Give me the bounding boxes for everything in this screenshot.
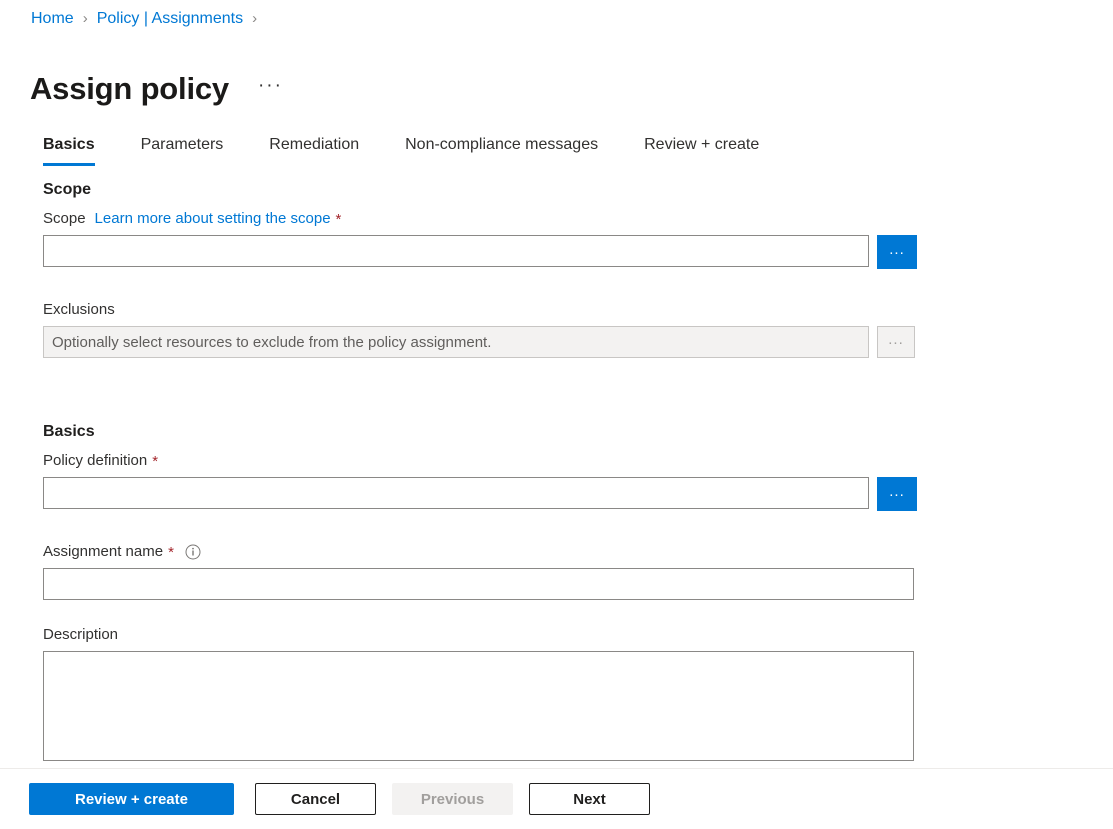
description-textarea[interactable] — [43, 651, 914, 761]
scope-label-row: Scope Learn more about setting the scope… — [43, 208, 1113, 230]
tab-bar: Basics Parameters Remediation Non-compli… — [31, 126, 771, 166]
required-asterisk: * — [336, 212, 342, 227]
assignment-name-input-row — [43, 568, 1113, 600]
required-asterisk: * — [168, 545, 174, 560]
breadcrumb-chevron-icon: › — [83, 8, 88, 30]
assignment-name-label: Assignment name — [43, 541, 163, 563]
scope-section-heading: Scope — [43, 178, 1113, 202]
scope-label: Scope — [43, 208, 86, 230]
policy-definition-field: Policy definition * ... — [43, 450, 1113, 511]
policy-definition-input[interactable] — [43, 477, 869, 509]
breadcrumb-item-home[interactable]: Home — [31, 8, 74, 30]
ellipsis-horizontal-icon[interactable]: ··· — [255, 75, 286, 103]
exclusions-field: Exclusions ... — [43, 299, 1113, 358]
review-create-button[interactable]: Review + create — [29, 783, 234, 815]
description-label-row: Description — [43, 624, 1113, 646]
cancel-button[interactable]: Cancel — [255, 783, 376, 815]
next-button[interactable]: Next — [529, 783, 650, 815]
exclusions-picker-button[interactable]: ... — [877, 326, 915, 358]
exclusions-label: Exclusions — [43, 299, 115, 321]
learn-more-scope-link[interactable]: Learn more about setting the scope — [95, 208, 331, 230]
breadcrumb-item-policy-assignments[interactable]: Policy | Assignments — [97, 8, 243, 30]
description-label: Description — [43, 624, 118, 646]
assignment-name-field: Assignment name * — [43, 541, 1113, 600]
tab-parameters[interactable]: Parameters — [129, 134, 236, 166]
scope-picker-button[interactable]: ... — [877, 235, 917, 269]
assignment-name-input[interactable] — [43, 568, 914, 600]
exclusions-input-row: ... — [43, 326, 1113, 358]
info-circle-icon[interactable] — [185, 544, 201, 560]
page-title: Assign policy — [30, 69, 229, 109]
scope-input[interactable] — [43, 235, 869, 267]
breadcrumb-chevron-icon: › — [252, 8, 257, 30]
scope-input-row: ... — [43, 235, 1113, 269]
previous-button[interactable]: Previous — [392, 783, 513, 815]
tab-review-create[interactable]: Review + create — [632, 134, 771, 166]
form-content: Scope Scope Learn more about setting the… — [0, 178, 1113, 768]
required-asterisk: * — [152, 454, 158, 469]
title-row: Assign policy ··· — [30, 48, 286, 130]
exclusions-input[interactable] — [43, 326, 869, 358]
assignment-name-label-row: Assignment name * — [43, 541, 1113, 563]
scope-field: Scope Learn more about setting the scope… — [43, 208, 1113, 269]
tab-non-compliance-messages[interactable]: Non-compliance messages — [393, 134, 610, 166]
assign-policy-page: Home › Policy | Assignments › Assign pol… — [0, 0, 1113, 829]
basics-section-heading: Basics — [43, 420, 1113, 444]
description-field: Description — [43, 624, 1113, 766]
tab-basics[interactable]: Basics — [31, 134, 107, 166]
policy-definition-input-row: ... — [43, 477, 1113, 511]
footer-actions: Review + create Cancel Previous Next — [0, 768, 1113, 829]
exclusions-label-row: Exclusions — [43, 299, 1113, 321]
breadcrumb: Home › Policy | Assignments › — [31, 8, 266, 30]
policy-definition-picker-button[interactable]: ... — [877, 477, 917, 511]
policy-definition-label-row: Policy definition * — [43, 450, 1113, 472]
tab-remediation[interactable]: Remediation — [257, 134, 371, 166]
policy-definition-label: Policy definition — [43, 450, 147, 472]
